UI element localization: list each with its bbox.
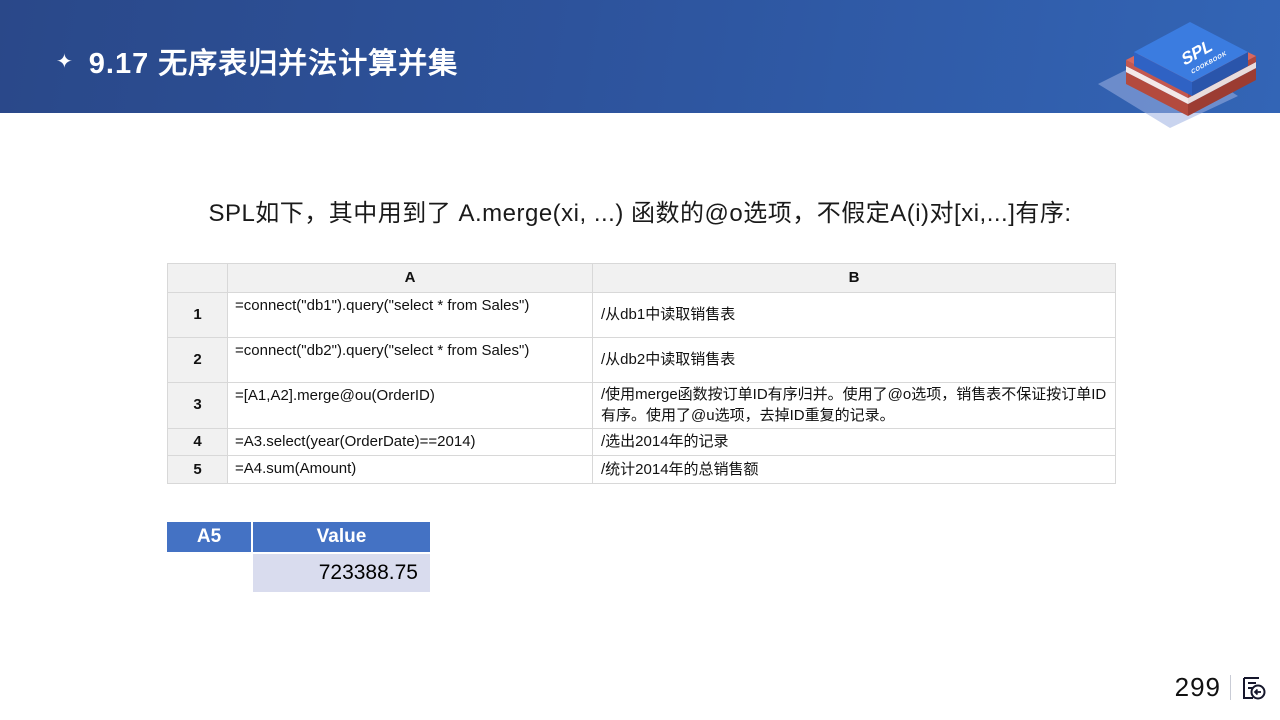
comment-cell: /选出2014年的记录 (592, 427, 1116, 457)
slide-subtitle: SPL如下，其中用到了 A.merge(xi, ...) 函数的@o选项，不假定… (208, 200, 1072, 227)
row-number: 1 (167, 292, 228, 338)
comment-cell: /从db2中读取销售表 (592, 337, 1116, 383)
result-value-header: Value (253, 522, 430, 552)
table-row: 4 =A3.select(year(OrderDate)==2014) /选出2… (167, 427, 1116, 457)
column-b-header: B (592, 263, 1116, 293)
table-row: 5 =A4.sum(Amount) /统计2014年的总销售额 (167, 455, 1116, 485)
row-number: 5 (167, 455, 228, 485)
header-title-row: ✦ 9.17 无序表归并法计算并集 (56, 40, 458, 82)
row-number: 3 (167, 382, 228, 429)
spl-code-table: A B 1 =connect("db1").query("select * fr… (167, 263, 1116, 485)
code-cell: =connect("db2").query("select * from Sal… (227, 337, 593, 383)
back-to-contents-icon[interactable] (1240, 675, 1266, 701)
code-table-header-row: A B (167, 263, 1116, 293)
comment-cell: /使用merge函数按订单ID有序归并。使用了@o选项，销售表不保证按订单ID有… (592, 382, 1116, 429)
page-number: 299 (1174, 672, 1221, 702)
table-row: 1 =connect("db1").query("select * from S… (167, 292, 1116, 338)
code-cell: =A3.select(year(OrderDate)==2014) (227, 427, 593, 457)
sparkle-icon: ✦ (56, 51, 73, 73)
footer-divider (1230, 675, 1231, 700)
comment-cell: /从db1中读取销售表 (592, 292, 1116, 338)
column-a-header: A (227, 263, 593, 293)
code-cell: =connect("db1").query("select * from Sal… (227, 292, 593, 338)
row-number: 4 (167, 427, 228, 457)
result-table-header: A5 Value (167, 522, 430, 552)
table-row: 3 =[A1,A2].merge@ou(OrderID) /使用merge函数按… (167, 382, 1116, 429)
slide-title: 9.17 无序表归并法计算并集 (88, 48, 459, 80)
corner-header-cell (167, 263, 228, 293)
result-empty-cell (167, 554, 251, 592)
spl-code-table-container: A B 1 =connect("db1").query("select * fr… (167, 263, 1116, 485)
code-cell: =A4.sum(Amount) (227, 455, 593, 485)
result-table: A5 Value 723388.75 (167, 522, 430, 592)
slide-footer: 299 (1175, 672, 1266, 703)
spl-cookbook-books-icon: SPL COOKBOOK (1098, 22, 1256, 128)
row-number: 2 (167, 337, 228, 383)
table-row: 2 =connect("db2").query("select * from S… (167, 337, 1116, 383)
slide-header-bar: ✦ 9.17 无序表归并法计算并集 SPL COOKBOOK (0, 0, 1280, 128)
result-cell-ref-header: A5 (167, 522, 251, 552)
result-value-cell: 723388.75 (253, 554, 430, 592)
result-table-body: 723388.75 (167, 554, 430, 592)
code-cell: =[A1,A2].merge@ou(OrderID) (227, 382, 593, 429)
comment-cell: /统计2014年的总销售额 (592, 455, 1116, 485)
